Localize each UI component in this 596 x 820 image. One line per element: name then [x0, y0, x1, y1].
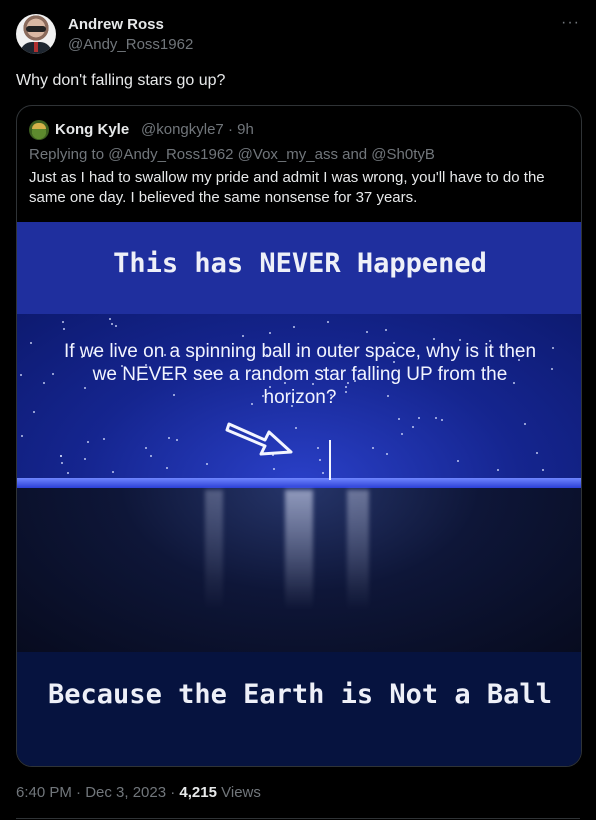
meme-reflection [205, 490, 223, 610]
star-dot [435, 417, 437, 419]
star-dot [63, 328, 65, 330]
avatar-glasses [26, 26, 46, 32]
star-dot [293, 326, 295, 328]
post-header: Andrew Ross @Andy_Ross1962 ··· [16, 14, 584, 58]
star-dot [497, 469, 499, 471]
author-name[interactable]: Andrew Ross [68, 16, 164, 33]
star-dot [87, 441, 89, 443]
star-dot [20, 374, 22, 376]
meme-reflection [347, 490, 369, 610]
star-dot [112, 471, 114, 473]
author-avatar[interactable] [16, 14, 56, 54]
star-dot [61, 462, 63, 464]
star-dot [536, 452, 538, 454]
star-dot [441, 419, 443, 421]
star-dot [327, 321, 329, 323]
quote-author-avatar[interactable] [29, 120, 49, 140]
star-dot [398, 418, 400, 420]
star-dot [366, 331, 368, 333]
meme-title: This has NEVER Happened [113, 248, 487, 279]
star-dot [295, 427, 297, 429]
star-dot [67, 472, 69, 474]
meme-question: If we live on a spinning ball in outer s… [63, 341, 537, 408]
post-timestamp[interactable]: 6:40 PM · Dec 3, 2023 · [16, 784, 179, 801]
star-dot [457, 460, 459, 462]
star-dot [418, 417, 420, 419]
star-dot [84, 458, 86, 460]
post-footer: 6:40 PM · Dec 3, 2023 · 4,215 Views [16, 784, 261, 801]
quote-author-meta: @kongkyle7 · 9h [141, 121, 254, 138]
star-dot [176, 439, 178, 441]
quote-reply-line: Replying to @Andy_Ross1962 @Vox_my_ass a… [29, 146, 435, 163]
star-dot [111, 323, 113, 325]
star-dot [317, 447, 319, 449]
star-dot [109, 318, 111, 320]
star-dot [552, 347, 554, 349]
star-dot [322, 472, 324, 474]
quote-author-name[interactable]: Kong Kyle [55, 121, 129, 138]
meme-bottom-text: Because the Earth is Not a Ball [48, 679, 552, 710]
author-handle[interactable]: @Andy_Ross1962 [68, 36, 193, 53]
star-dot [206, 463, 208, 465]
star-dot [319, 459, 321, 461]
star-dot [150, 455, 152, 457]
post-text: Why don't falling stars go up? [16, 72, 226, 89]
quoted-post[interactable]: Kong Kyle @kongkyle7 · 9h Replying to @A… [16, 105, 582, 767]
star-dot [524, 423, 526, 425]
meme-reflection [285, 490, 313, 610]
divider [16, 818, 580, 819]
star-dot [273, 468, 275, 470]
more-horizontal-icon[interactable]: ··· [561, 14, 580, 32]
star-dot [30, 342, 32, 344]
star-dot [62, 321, 64, 323]
star-dot [115, 325, 117, 327]
views-count: 4,215 [179, 784, 217, 801]
star-dot [542, 469, 544, 471]
star-dot [385, 329, 387, 331]
star-dot [166, 467, 168, 469]
star-dot [103, 438, 105, 440]
star-dot [43, 382, 45, 384]
star-dot [372, 447, 374, 449]
star-dot [401, 433, 403, 435]
meme-horizon [17, 478, 581, 488]
views-label: Views [216, 784, 261, 801]
falling-star-line [329, 440, 331, 480]
star-dot [52, 373, 54, 375]
star-dot [33, 411, 35, 413]
star-dot [242, 335, 244, 337]
arrow-pointing-icon [225, 422, 293, 456]
star-dot [145, 447, 147, 449]
star-dot [551, 368, 553, 370]
star-dot [60, 455, 62, 457]
quote-body: Just as I had to swallow my pride and ad… [29, 169, 545, 206]
star-dot [269, 332, 271, 334]
star-dot [21, 435, 23, 437]
star-dot [412, 426, 414, 428]
star-dot [168, 437, 170, 439]
star-dot [386, 453, 388, 455]
meme-image[interactable]: This has NEVER Happened If we live on a … [17, 222, 581, 766]
avatar-tie [34, 42, 38, 52]
